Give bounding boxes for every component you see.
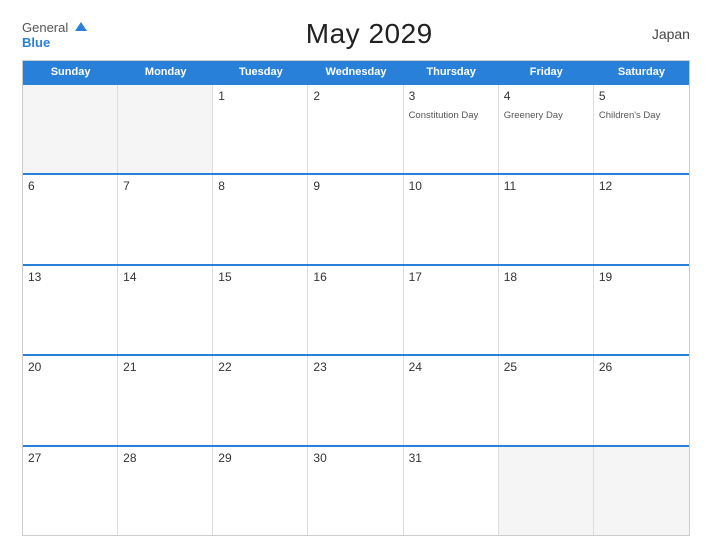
- day-number: 8: [218, 179, 302, 193]
- day-number: 3: [409, 89, 493, 103]
- cal-cell: 4 Greenery Day: [499, 85, 594, 173]
- cal-cell: [23, 85, 118, 173]
- cal-cell: 14: [118, 266, 213, 354]
- day-number: 17: [409, 270, 493, 284]
- day-number: 25: [504, 360, 588, 374]
- cal-cell: 21: [118, 356, 213, 444]
- day-of-week-sunday: Sunday: [23, 61, 118, 83]
- day-number: 30: [313, 451, 397, 465]
- day-number: 23: [313, 360, 397, 374]
- cal-cell: 16: [308, 266, 403, 354]
- day-number: 11: [504, 179, 588, 193]
- week-row-1: 123 Constitution Day 4 Greenery Day 5 Childre…: [23, 83, 689, 173]
- day-of-week-saturday: Saturday: [594, 61, 689, 83]
- cal-cell: 29: [213, 447, 308, 535]
- cal-cell: 28: [118, 447, 213, 535]
- day-of-week-friday: Friday: [499, 61, 594, 83]
- week-row-2: 6789 10 11 12: [23, 173, 689, 263]
- day-number: 19: [599, 270, 684, 284]
- cal-cell: 31: [404, 447, 499, 535]
- calendar-title: May 2029: [306, 18, 433, 50]
- day-number: 20: [28, 360, 112, 374]
- cal-cell: 30: [308, 447, 403, 535]
- cal-cell: 17: [404, 266, 499, 354]
- calendar-body: 123Constitution Day4Greenery Day5Childre…: [23, 83, 689, 535]
- cal-cell: 8: [213, 175, 308, 263]
- cal-cell: 6: [23, 175, 118, 263]
- day-of-week-thursday: Thursday: [404, 61, 499, 83]
- cal-cell: 15: [213, 266, 308, 354]
- day-number: 27: [28, 451, 112, 465]
- week-row-4: 20 21 22 23 24 25 26: [23, 354, 689, 444]
- cal-cell: [499, 447, 594, 535]
- country-label: Japan: [652, 26, 690, 42]
- day-number: 2: [313, 89, 397, 103]
- day-number: 31: [409, 451, 493, 465]
- day-number: 16: [313, 270, 397, 284]
- cal-cell: 9: [308, 175, 403, 263]
- day-number: 14: [123, 270, 207, 284]
- cal-cell: [118, 85, 213, 173]
- cal-cell: 10: [404, 175, 499, 263]
- holiday-label: Children's Day: [599, 110, 660, 121]
- cal-cell: 11: [499, 175, 594, 263]
- cal-cell: 12: [594, 175, 689, 263]
- logo-general: General: [22, 20, 87, 36]
- cal-cell: 7: [118, 175, 213, 263]
- day-number: 7: [123, 179, 207, 193]
- holiday-label: Greenery Day: [504, 110, 563, 121]
- cal-cell: 24: [404, 356, 499, 444]
- day-of-week-wednesday: Wednesday: [308, 61, 403, 83]
- cal-cell: 5 Children's Day: [594, 85, 689, 173]
- page: General Blue May 2029 Japan SundayMonday…: [0, 0, 712, 550]
- week-row-5: 27 28 29 30 31: [23, 445, 689, 535]
- cal-cell: 1: [213, 85, 308, 173]
- logo-blue: Blue: [22, 36, 87, 49]
- calendar: SundayMondayTuesdayWednesdayThursdayFrid…: [22, 60, 690, 536]
- cal-cell: 3 Constitution Day: [404, 85, 499, 173]
- cal-cell: 22: [213, 356, 308, 444]
- day-number: 29: [218, 451, 302, 465]
- day-number: 18: [504, 270, 588, 284]
- cal-cell: [594, 447, 689, 535]
- logo: General Blue: [22, 20, 87, 49]
- day-number: 4: [504, 89, 588, 103]
- day-number: 10: [409, 179, 493, 193]
- day-number: 9: [313, 179, 397, 193]
- day-number: 13: [28, 270, 112, 284]
- cal-cell: 27: [23, 447, 118, 535]
- day-number: 26: [599, 360, 684, 374]
- day-number: 12: [599, 179, 684, 193]
- calendar-header: SundayMondayTuesdayWednesdayThursdayFrid…: [23, 61, 689, 83]
- cal-cell: 26: [594, 356, 689, 444]
- day-number: 28: [123, 451, 207, 465]
- cal-cell: 25: [499, 356, 594, 444]
- day-number: 22: [218, 360, 302, 374]
- cal-cell: 18: [499, 266, 594, 354]
- cal-cell: 2: [308, 85, 403, 173]
- holiday-label: Constitution Day: [409, 110, 479, 121]
- week-row-3: 13 14 15 16 17 18 19: [23, 264, 689, 354]
- day-of-week-monday: Monday: [118, 61, 213, 83]
- day-number: 1: [218, 89, 302, 103]
- cal-cell: 19: [594, 266, 689, 354]
- day-number: 5: [599, 89, 684, 103]
- day-of-week-tuesday: Tuesday: [213, 61, 308, 83]
- logo-triangle-icon: [75, 22, 87, 31]
- day-number: 15: [218, 270, 302, 284]
- cal-cell: 20: [23, 356, 118, 444]
- day-number: 6: [28, 179, 112, 193]
- cal-cell: 23: [308, 356, 403, 444]
- day-number: 21: [123, 360, 207, 374]
- header: General Blue May 2029 Japan: [22, 18, 690, 50]
- cal-cell: 13: [23, 266, 118, 354]
- day-number: 24: [409, 360, 493, 374]
